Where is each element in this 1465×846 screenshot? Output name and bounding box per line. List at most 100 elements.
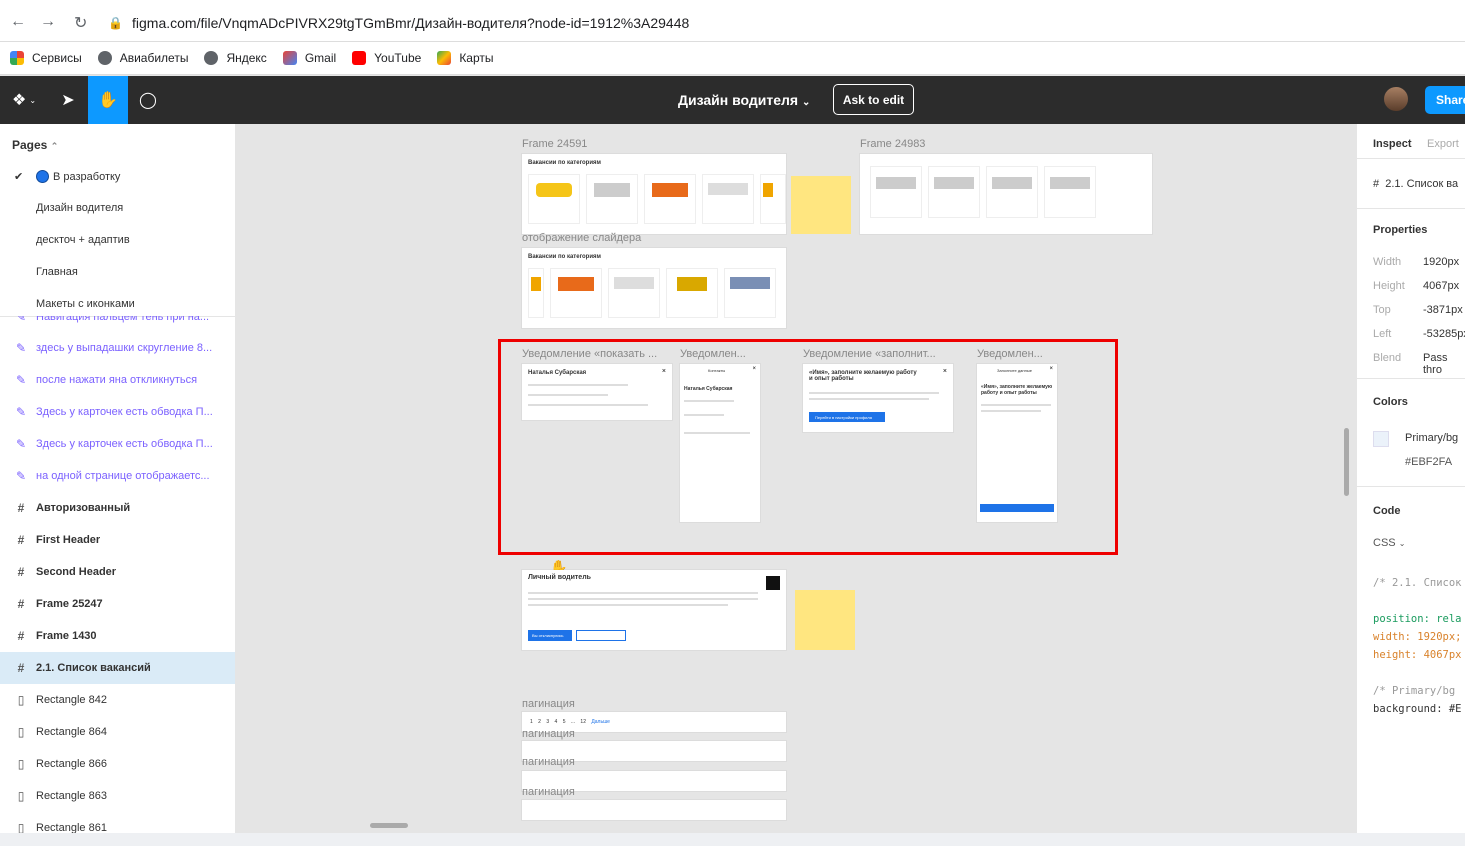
code-language: CSS <box>1373 537 1396 549</box>
canvas[interactable]: Frame 24591 Вакансии по категориям Frame… <box>236 124 1356 833</box>
note-icon: ✎ <box>15 405 27 419</box>
move-tool-icon[interactable]: ➤ <box>48 76 88 124</box>
prop-value[interactable]: Pass thro <box>1423 352 1465 376</box>
pagination-frame[interactable] <box>522 800 786 820</box>
bookmark-maps[interactable]: Карты <box>437 51 494 65</box>
vehicle-card <box>528 174 580 224</box>
layer-frame[interactable]: # Frame 25247 <box>0 588 235 620</box>
layer-rectangle[interactable]: ▯ Rectangle 866 <box>0 748 235 780</box>
frame-24983[interactable] <box>860 154 1152 234</box>
prop-value[interactable]: -3871px <box>1423 304 1463 316</box>
bookmark-youtube[interactable]: YouTube <box>352 51 421 65</box>
job-card-frame[interactable]: Личный водитель Вы откликнулись <box>522 570 786 650</box>
pages-header[interactable]: Pages ⌃ <box>12 138 58 152</box>
hand-tool-icon[interactable]: ✋ <box>88 76 128 124</box>
layer-frame[interactable]: # Авторизованный <box>0 492 235 524</box>
layer-rectangle[interactable]: ▯ Rectangle 864 <box>0 716 235 748</box>
applied-button[interactable]: Вы откликнулись <box>528 630 572 641</box>
page-item-desktop[interactable]: дескточ + адаптив <box>36 234 130 246</box>
code-line: /* 2.1. Список <box>1373 577 1462 589</box>
page-num[interactable]: 2 <box>538 719 541 725</box>
layer-frame[interactable]: # First Header <box>0 524 235 556</box>
frame-label[interactable]: пагинация <box>522 728 575 740</box>
tab-export[interactable]: Export <box>1427 138 1459 150</box>
frame-label[interactable]: Frame 24591 <box>522 138 587 150</box>
layer-comment[interactable]: ✎ здесь у выпадашки скругление 8... <box>0 332 235 364</box>
reload-icon[interactable]: ↻ <box>74 13 87 33</box>
sticky-note[interactable] <box>795 590 855 650</box>
frame-label[interactable]: пагинация <box>522 756 575 768</box>
code-language-select[interactable]: CSS ⌄ <box>1373 537 1405 549</box>
layer-label: после нажати яна откликнуться <box>36 374 198 386</box>
sticky-note[interactable] <box>791 176 851 234</box>
prop-label: Top <box>1373 304 1391 316</box>
vehicle-card <box>550 268 602 318</box>
comment-tool-icon[interactable]: ◯ <box>128 76 168 124</box>
next-link[interactable]: Дальше <box>591 719 609 725</box>
apps-grid-icon <box>10 51 24 65</box>
show-contacts-button[interactable] <box>576 630 626 641</box>
frame-24591[interactable]: Вакансии по категориям <box>522 154 786 234</box>
layer-label: Здесь у карточек есть обводка П... <box>36 438 213 450</box>
truck-icon <box>652 183 688 197</box>
page-num[interactable]: 4 <box>555 719 558 725</box>
prop-value[interactable]: 4067px <box>1423 280 1459 292</box>
frame-label[interactable]: пагинация <box>522 698 575 710</box>
color-swatch[interactable] <box>1373 431 1389 447</box>
layer-label: Rectangle 864 <box>36 726 107 738</box>
prop-value[interactable]: -53285px <box>1423 328 1465 340</box>
avatar[interactable] <box>1384 87 1408 111</box>
layer-comment[interactable]: ✎ после нажати яна откликнуться <box>0 364 235 396</box>
slider-frame[interactable]: Вакансии по категориям <box>522 248 786 328</box>
ask-to-edit-button[interactable]: Ask to edit <box>833 84 914 115</box>
job-title: Личный водитель <box>528 574 591 581</box>
layer-frame[interactable]: # Frame 1430 <box>0 620 235 652</box>
chevron-up-icon: ⌃ <box>50 141 59 151</box>
tab-inspect[interactable]: Inspect <box>1373 138 1412 150</box>
frame-label[interactable]: Frame 24983 <box>860 138 925 150</box>
frame-label[interactable]: пагинация <box>522 786 575 798</box>
layer-frame[interactable]: # Second Header <box>0 556 235 588</box>
layer-comment[interactable]: ✎ на одной странице отображаетс... <box>0 460 235 492</box>
layer-rectangle[interactable]: ▯ Rectangle 842 <box>0 684 235 716</box>
layer-comment[interactable]: ✎ Здесь у карточек есть обводка П... <box>0 396 235 428</box>
url-text: figma.com/file/VnqmADcPIVRX29tgTGmBmr/Ди… <box>132 15 690 31</box>
bookmark-avia[interactable]: Авиабилеты <box>97 51 188 65</box>
taxi-icon <box>536 183 572 197</box>
color-hex[interactable]: #EBF2FA <box>1405 456 1452 468</box>
back-icon[interactable]: ← <box>10 13 26 31</box>
vehicle-card <box>644 174 696 224</box>
note-icon: ✎ <box>15 341 27 355</box>
page-item-driver-design[interactable]: Дизайн водителя <box>36 202 123 214</box>
code-comment: /* Primary/bg <box>1373 685 1456 697</box>
forward-icon[interactable]: → <box>40 13 56 31</box>
layer-comment[interactable]: ✎ Здесь у карточек есть обводка П... <box>0 428 235 460</box>
frame-label[interactable]: отображение слайдера <box>522 232 641 244</box>
page-num[interactable]: 12 <box>580 719 586 725</box>
page-num[interactable]: 5 <box>563 719 566 725</box>
page-num[interactable]: 3 <box>546 719 549 725</box>
figma-menu-icon[interactable]: ❖ ⌄ <box>4 76 44 124</box>
page-num[interactable]: 1 <box>530 719 533 725</box>
code-comment: /* 2.1. Список <box>1373 577 1462 589</box>
bookmark-services[interactable]: Сервисы <box>10 51 82 65</box>
chevron-down-icon: ⌄ <box>801 97 811 108</box>
truck-icon <box>1050 177 1090 189</box>
prop-value[interactable]: 1920px <box>1423 256 1459 268</box>
layer-rectangle[interactable]: ▯ Rectangle 861 <box>0 812 235 833</box>
layer-frame-selected[interactable]: #2.1. Список вакансий <box>0 652 235 684</box>
layer-label: Авторизованный <box>36 502 131 514</box>
page-item-in-dev[interactable]: В разработку <box>36 170 120 183</box>
layer-rectangle[interactable]: ▯ Rectangle 863 <box>0 780 235 812</box>
van-icon <box>594 183 630 197</box>
bookmark-yandex[interactable]: Яндекс <box>204 51 267 65</box>
document-title[interactable]: Дизайн водителя ⌄ <box>678 92 810 108</box>
bookmark-gmail[interactable]: Gmail <box>282 51 336 65</box>
share-button[interactable]: Share <box>1425 86 1465 114</box>
page-item-icons[interactable]: Макеты с иконками <box>36 298 135 310</box>
vehicle-card <box>928 166 980 218</box>
horizontal-scrollbar[interactable] <box>370 823 408 828</box>
address-bar[interactable]: 🔒 figma.com/file/VnqmADcPIVRX29tgTGmBmr/… <box>108 9 1458 37</box>
page-item-main[interactable]: Главная <box>36 266 78 278</box>
vertical-scrollbar[interactable] <box>1344 428 1349 496</box>
